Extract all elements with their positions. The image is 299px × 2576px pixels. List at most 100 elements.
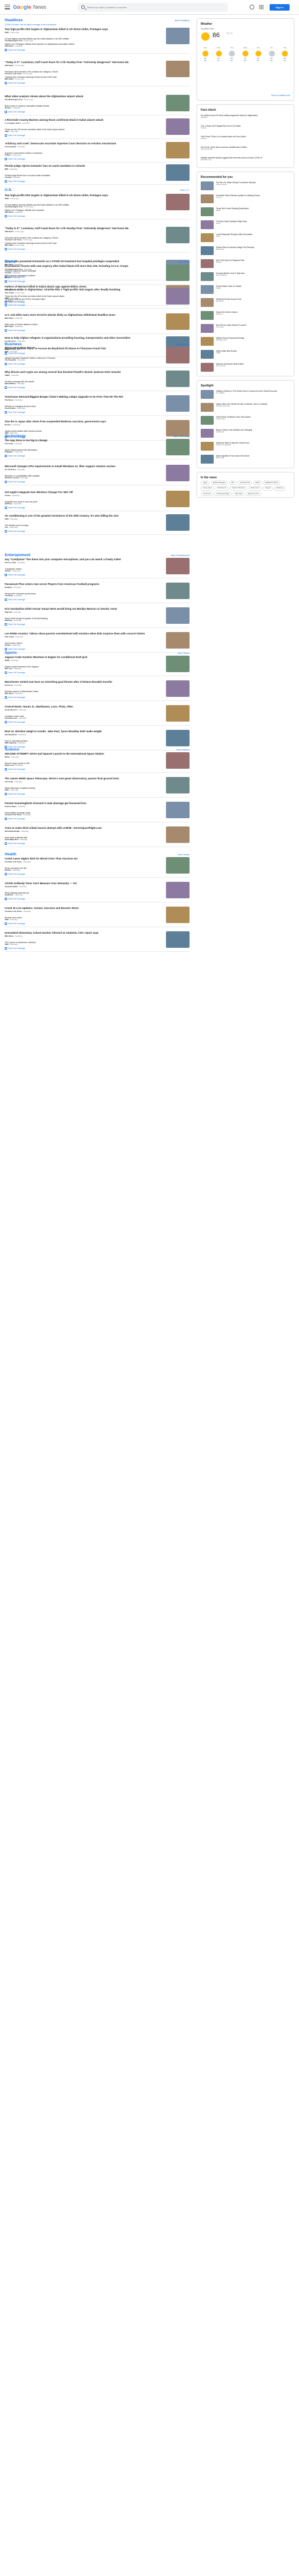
source-name[interactable]: BBC News [5,325,14,328]
source-name[interactable]: Reuters [5,869,11,871]
section-more-link[interactable]: More Science [177,749,190,751]
main-story[interactable]: Covid 19 Live Updates: Variant, Vaccines… [5,907,190,913]
full-coverage-label[interactable]: View Full Coverage [8,82,25,84]
related-story[interactable]: Supreme Court blocks eviction moratorium… [5,152,158,157]
source-name[interactable]: Reuters [5,424,11,426]
related-story[interactable]: Hummingbird plumage study The New York Ti… [5,812,158,816]
related-story[interactable]: Viral reunion videos People 2 days ago [5,642,158,647]
source-name[interactable]: CNN [5,943,9,945]
full-coverage-label[interactable]: View Full Coverage [8,818,25,820]
story-headline[interactable]: Covid Cases Higher Risk for Blood Clots … [5,857,157,861]
related-story[interactable]: Tracking Ida: Hurricane warnings issued … [5,242,158,247]
topic-chip[interactable]: Apple [201,481,210,485]
source-name[interactable]: Deadline [5,586,12,588]
source-name[interactable]: Vox [5,526,8,528]
full-coverage-label[interactable]: View Full Coverage [8,842,25,845]
main-story[interactable]: Astra to make third orbital launch attem… [5,826,190,833]
full-coverage-label[interactable]: View Full Coverage [8,623,25,626]
story-headline[interactable]: Americans Demand Biggest Burger Chain's … [5,395,157,399]
related-story[interactable]: Hurricane Ida Forecast to Hit Louisiana … [5,71,158,75]
full-coverage-link[interactable]: View Full Coverage [5,768,25,771]
related-story[interactable]: 'Candyman' review Variety 2 days ago [5,568,158,573]
full-coverage-link[interactable]: View Full Coverage [5,49,25,51]
full-coverage-label[interactable]: View Full Coverage [8,672,25,674]
source-name[interactable]: Page Six [5,611,12,613]
source-name[interactable]: Science News [5,805,16,808]
main-story[interactable]: Say "Candyman" five times into your comp… [5,558,190,564]
factcheck-item[interactable]: No evidence that US left its military eq… [201,114,290,124]
source-name[interactable]: USA Today [5,636,14,638]
related-story[interactable]: Pentagon confirms two ISIS-K members kil… [5,298,158,303]
story-headline[interactable]: Lee Rekke reunion: Videos show parents o… [5,632,157,636]
source-name[interactable]: The Washington Post [5,98,23,101]
full-coverage-link[interactable]: View Full Coverage [5,842,25,845]
full-coverage-label[interactable]: View Full Coverage [8,530,25,533]
story-headline[interactable]: What video analysis shows about the Afgh… [5,95,157,98]
source-name[interactable]: NBC News [5,78,14,80]
related-story[interactable]: Powell's message lifts risk assets Market… [5,381,158,385]
story-headline[interactable]: Why bitcoin and crypto are among several… [5,371,157,374]
item-thumbnail[interactable] [201,246,214,255]
source-name[interactable]: Ars Technica [5,468,16,471]
item-thumbnail[interactable] [201,272,214,281]
source-name[interactable]: People [5,644,11,646]
full-coverage-link[interactable]: View Full Coverage [5,721,25,723]
story-headline[interactable]: Microsoft changes CPU requirements to in… [5,465,157,468]
related-story[interactable]: Booster shot rollout CNN Yesterday [5,917,158,921]
full-coverage-link[interactable]: View Full Coverage [5,280,25,283]
source-name[interactable]: The New York Times [5,910,22,912]
story-headline[interactable]: Doctor who promoted ivermectin as a COVI… [5,260,157,263]
full-coverage-link[interactable]: View Full Coverage [5,134,25,137]
main-story[interactable]: Unmasked elementary school teacher infec… [5,931,190,938]
main-story[interactable]: Kris Kardashian Didn't Know' Kanye West … [5,607,190,614]
full-coverage-label[interactable]: View Full Coverage [8,598,25,601]
main-story[interactable]: Evacuations resume with new urgency afte… [5,264,190,271]
source-name[interactable]: Goal.com [5,684,13,686]
source-name[interactable]: CNN [5,31,9,34]
main-story[interactable]: The App Store is too big to change The Ve… [5,439,190,445]
main-story[interactable]: COVID Antibody Tests Can't Measure Your … [5,882,190,888]
item-thumbnail[interactable] [201,259,214,268]
story-headline[interactable]: "Today is it": Louisiana, Gulf Coast bra… [5,61,157,64]
topic-chip[interactable]: Jake Paul [232,491,245,497]
related-story[interactable]: Astra launch attempt fails Spaceflight No… [5,836,158,841]
topic-chip[interactable]: Windows 11 [215,486,229,491]
story-headline[interactable]: Unmasked elementary school teacher infec… [5,931,157,935]
source-name[interactable]: The New York Times [5,814,22,816]
story-headline[interactable]: Get Apple's Magsafe Duo Wireless Charger… [5,491,157,494]
story-headline[interactable]: Evacuations resume with new urgency afte… [5,264,157,268]
item-thumbnail[interactable] [201,220,214,229]
search-input[interactable] [87,5,217,10]
source-name[interactable]: NPR [5,168,8,170]
related-story[interactable]: The climate cost of cooling Vox 2 days ago [5,524,158,529]
recommended-item[interactable]: The Best Smart Speakers Right Now Wired [201,220,290,232]
full-coverage-link[interactable]: View Full Coverage [5,111,25,113]
story-headline[interactable]: Jaguars trade Gardner Minshew to Eagles … [5,656,157,659]
section-title[interactable]: World [5,260,15,264]
related-story[interactable]: Cavaliers roster notes Cleveland.com Yeste… [5,715,158,720]
story-headline[interactable]: Kris Kardashian Didn't Know' Kanye West … [5,607,157,611]
source-name[interactable]: The Guardian [5,359,16,361]
recommended-item[interactable]: New Trail Opens In Regional Park SFGate [201,259,290,271]
source-name[interactable]: The Washington Post [5,206,23,208]
section-title[interactable]: Science [5,748,19,752]
source-name[interactable]: CBS News [5,211,14,213]
related-story[interactable]: Florida judge blocks ban on school mask … [5,174,158,179]
topic-chip[interactable]: NFL [228,481,237,485]
item-thumbnail[interactable] [201,324,214,333]
section-title[interactable]: Entertainment [5,553,31,558]
story-headline[interactable]: US drone strike in Afghanistan: Airstrik… [5,288,157,292]
full-coverage-link[interactable]: View Full Coverage [5,386,25,389]
source-name[interactable]: NBC News [5,317,14,319]
main-story[interactable]: US drone strike in Afghanistan: Airstrik… [5,288,190,295]
source-name[interactable]: CNN [5,518,9,520]
source-name[interactable]: Space.com [5,764,14,766]
story-headline[interactable]: Female hummingbirds dressed in male plum… [5,802,157,805]
source-name[interactable]: Al Jazeera [5,300,14,302]
source-name[interactable]: Politico [5,154,11,156]
recommended-item[interactable]: Texas Tech Loses Starting Quarterback ESP… [201,207,290,219]
section-title[interactable]: Headlines [5,18,23,23]
source-name[interactable]: NBC News [5,935,14,937]
section-more-link[interactable]: More U.S. [180,189,190,191]
main-story[interactable]: Lee Rekke reunion: Videos show parents o… [5,632,190,639]
